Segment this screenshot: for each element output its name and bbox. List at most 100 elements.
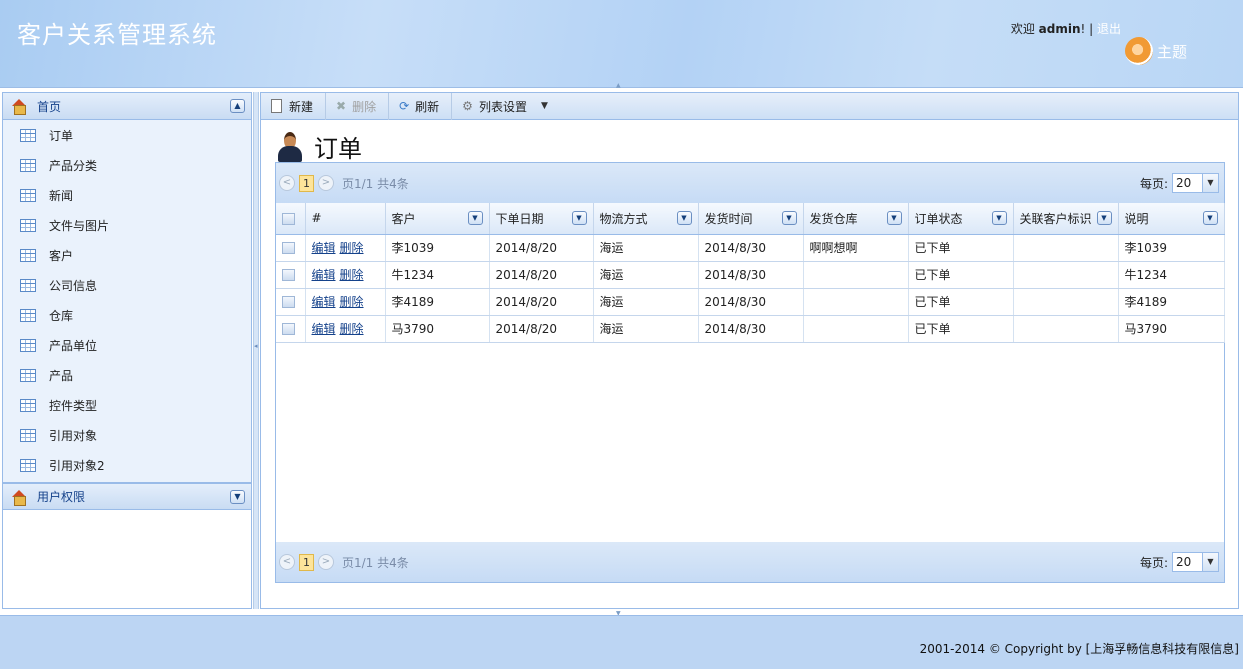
- logout-link[interactable]: 退出: [1097, 22, 1121, 36]
- row-checkbox[interactable]: [282, 296, 295, 308]
- sidebar-item-products[interactable]: 产品: [3, 360, 251, 390]
- expand-icon[interactable]: ▼: [230, 490, 245, 504]
- table-icon: [20, 398, 36, 412]
- delete-button[interactable]: ✖ 删除: [326, 92, 390, 120]
- column-header[interactable]: 说明 ▼: [1118, 203, 1225, 235]
- column-header[interactable]: 发货时间 ▼: [698, 203, 804, 235]
- page-size-select[interactable]: 20 ▼: [1172, 173, 1219, 193]
- shipping-method-cell: 海运: [593, 234, 699, 262]
- next-page-button[interactable]: >: [318, 175, 334, 191]
- sidebar-section-home[interactable]: 首页 ▲: [3, 93, 251, 120]
- pager-info: 页1/1 共4条: [342, 555, 409, 570]
- column-header[interactable]: 客户 ▼: [385, 203, 490, 235]
- collapse-icon[interactable]: ▲: [230, 99, 245, 113]
- page-size-control: 每页: 20 ▼: [1140, 552, 1219, 572]
- column-menu-icon[interactable]: ▼: [1096, 211, 1112, 225]
- sidebar-item-warehouse[interactable]: 仓库: [3, 300, 251, 330]
- page-heading: 订单: [276, 129, 362, 164]
- sidebar-item-reference-objects-2[interactable]: 引用对象2: [3, 450, 251, 480]
- page-size-select[interactable]: 20 ▼: [1172, 552, 1219, 572]
- new-button-label: 新建: [289, 99, 314, 114]
- table-icon: [20, 278, 36, 292]
- page-size-value: 20: [1176, 555, 1192, 569]
- related-customer-cell: [1013, 261, 1119, 289]
- column-menu-icon[interactable]: ▼: [886, 211, 902, 225]
- select-all-header: [276, 203, 306, 235]
- edit-link[interactable]: 编辑: [312, 295, 336, 309]
- edit-link[interactable]: 编辑: [312, 268, 336, 282]
- collapse-header-handle[interactable]: ▲: [616, 83, 626, 89]
- sidebar-item-control-types[interactable]: 控件类型: [3, 390, 251, 420]
- column-header[interactable]: 下单日期 ▼: [489, 203, 594, 235]
- row-checkbox[interactable]: [282, 323, 295, 335]
- row-checkbox[interactable]: [282, 242, 295, 254]
- column-header[interactable]: 关联客户标识 ▼: [1013, 203, 1119, 235]
- sidebar-item-orders[interactable]: 订单: [3, 120, 251, 150]
- welcome-sep: ! |: [1080, 22, 1097, 36]
- sidebar-item-product-categories[interactable]: 产品分类: [3, 150, 251, 180]
- sidebar-item-news[interactable]: 新闻: [3, 180, 251, 210]
- prev-page-button[interactable]: <: [279, 175, 295, 191]
- sidebar-item-label: 新闻: [49, 188, 74, 203]
- table-row[interactable]: 编辑 删除 李1039 2014/8/20 海运 2014/8/30 啊啊想啊 已…: [276, 234, 1225, 262]
- customer-cell: 马3790: [385, 315, 490, 343]
- sidebar-item-reference-objects[interactable]: 引用对象: [3, 420, 251, 450]
- table-row[interactable]: 编辑 删除 马3790 2014/8/20 海运 2014/8/30 已下单 马3…: [276, 315, 1225, 343]
- prev-page-button[interactable]: <: [279, 554, 295, 570]
- page-number-button[interactable]: 1: [299, 553, 314, 571]
- delete-link[interactable]: 删除: [340, 241, 364, 255]
- note-cell: 李1039: [1118, 234, 1225, 262]
- column-settings-button[interactable]: ⚙ 列表设置 ▼: [452, 93, 560, 120]
- row-select-cell: [276, 288, 306, 316]
- sidebar-item-customers[interactable]: 客户: [3, 240, 251, 270]
- refresh-button[interactable]: ⟳ 刷新: [389, 92, 453, 120]
- edit-link[interactable]: 编辑: [312, 322, 336, 336]
- column-menu-icon[interactable]: ▼: [467, 211, 483, 225]
- column-menu-icon[interactable]: ▼: [676, 211, 692, 225]
- sidebar-item-label: 产品单位: [49, 338, 98, 353]
- username: admin: [1038, 22, 1081, 36]
- column-menu-icon[interactable]: ▼: [781, 211, 797, 225]
- table-row[interactable]: 编辑 删除 牛1234 2014/8/20 海运 2014/8/30 已下单 牛1…: [276, 261, 1225, 289]
- sidebar-item-label: 文件与图片: [49, 218, 110, 233]
- delete-link[interactable]: 删除: [340, 322, 364, 336]
- column-header[interactable]: 订单状态 ▼: [908, 203, 1014, 235]
- select-all-checkbox[interactable]: [282, 212, 295, 225]
- sidebar-item-company-info[interactable]: 公司信息: [3, 270, 251, 300]
- delete-link[interactable]: 删除: [340, 295, 364, 309]
- sidebar-section-permissions[interactable]: 用户权限 ▼: [3, 483, 251, 510]
- table-icon: [20, 218, 36, 232]
- edit-link[interactable]: 编辑: [312, 241, 336, 255]
- sidebar-item-label: 仓库: [49, 308, 74, 323]
- theme-button[interactable]: 主题: [1124, 37, 1187, 65]
- table-icon: [20, 308, 36, 322]
- sidebar-item-files-images[interactable]: 文件与图片: [3, 210, 251, 240]
- user-bar: 欢迎 admin! | 退出: [1011, 20, 1121, 37]
- column-menu-icon[interactable]: ▼: [571, 211, 587, 225]
- table-row[interactable]: 编辑 删除 李4189 2014/8/20 海运 2014/8/30 已下单 李4…: [276, 288, 1225, 316]
- row-actions-cell: 编辑 删除: [305, 261, 386, 289]
- column-menu-icon[interactable]: ▼: [1202, 211, 1218, 225]
- column-header[interactable]: #: [305, 203, 386, 235]
- column-header[interactable]: 物流方式 ▼: [593, 203, 699, 235]
- delete-link[interactable]: 删除: [340, 268, 364, 282]
- column-header-label: 说明: [1124, 211, 1149, 226]
- related-customer-cell: [1013, 234, 1119, 262]
- next-page-button[interactable]: >: [318, 554, 334, 570]
- page-number-button[interactable]: 1: [299, 174, 314, 192]
- table-icon: [20, 368, 36, 382]
- sidebar-item-product-units[interactable]: 产品单位: [3, 330, 251, 360]
- row-checkbox[interactable]: [282, 269, 295, 281]
- sidebar: 首页 ▲ 订单 产品分类 新闻 文件与图片 客户 公司信息 仓库 产品单位 产品…: [2, 92, 252, 609]
- shipping-method-cell: 海运: [593, 288, 699, 316]
- orders-grid: < 1 > 页1/1 共4条 每页: 20 ▼ # 客户 ▼ 下单日期 ▼ 物流…: [275, 162, 1225, 583]
- pager-info: 页1/1 共4条: [342, 176, 409, 191]
- home-icon: [11, 99, 27, 115]
- new-button[interactable]: 新建: [261, 92, 327, 120]
- column-header[interactable]: 发货仓库 ▼: [803, 203, 909, 235]
- table-header-row: # 客户 ▼ 下单日期 ▼ 物流方式 ▼ 发货时间 ▼ 发货仓库 ▼ 订单状态 ▼ 关联客户…: [276, 203, 1225, 235]
- sidebar-splitter[interactable]: ◂: [253, 92, 259, 609]
- chevron-down-icon: ▼: [540, 101, 548, 111]
- pager-top: < 1 > 页1/1 共4条 每页: 20 ▼: [276, 163, 1224, 203]
- column-menu-icon[interactable]: ▼: [991, 211, 1007, 225]
